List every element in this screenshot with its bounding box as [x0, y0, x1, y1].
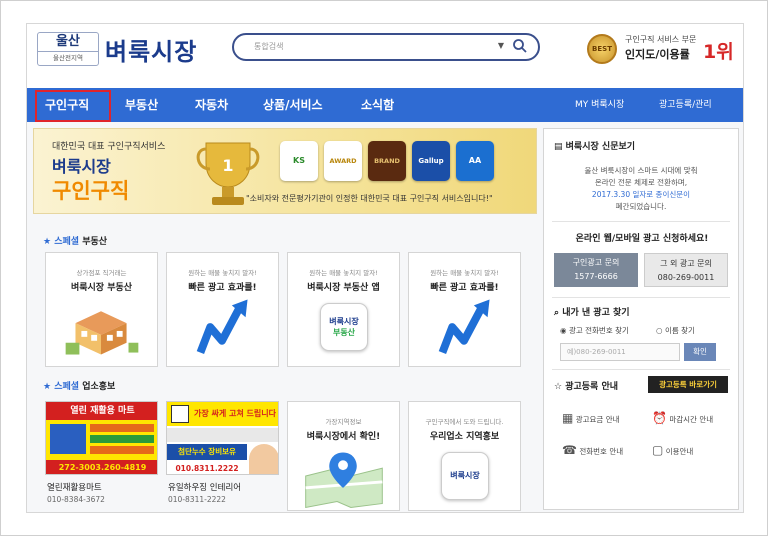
cert-gallup-icon: Gallup — [412, 141, 450, 181]
business-card-2[interactable]: 구인구직에서 도와 드립니다. 우리업소 지역홍보 벼룩시장 — [408, 401, 521, 511]
notice-title[interactable]: ▤ 벼룩시장 신문보기 — [554, 139, 635, 152]
ad-image-recycle: 열린 재활용 마트 272-3003.260-4819 — [45, 401, 158, 475]
notice-line-4: 폐간되었습니다. — [615, 202, 667, 211]
banner-subtitle: 대한민국 대표 구인구직서비스 — [52, 142, 166, 152]
header: 울산 울산전지역 벼룩시장 통합검색 ▼ BEST 구인구직 서비스 부문 인지… — [27, 24, 743, 88]
ad-image-housing: 가장 싸게 고쳐 드립니다 첨단누수 장비보유 010.8311.2222 — [166, 401, 279, 475]
clock-icon: ⏰ — [652, 411, 667, 425]
nav-ad-manage[interactable]: 광고등록/관리 — [659, 88, 712, 122]
other-ad-inquiry-button[interactable]: 그 외 광고 문의 080-269-0011 — [644, 253, 728, 287]
region-sub: 울산전지역 — [38, 51, 98, 64]
link-phone-info[interactable]: ☎ 전화번호 안내 — [562, 443, 623, 457]
job-ad-inquiry-button[interactable]: 구인광고 문의 1577-6666 — [554, 253, 638, 287]
growth-arrow-icon — [438, 299, 490, 354]
site-logo-title[interactable]: 벼룩시장 — [105, 32, 197, 67]
banner-slogan: "소비자와 전문평가기관이 인정한 대한민국 대표 구인구직 서비스입니다!" — [246, 194, 493, 203]
growth-arrow-icon — [196, 299, 248, 354]
ad-name: 열린재활용마트 — [47, 483, 102, 493]
selected-tab-highlight — [35, 90, 111, 122]
main-nav: 구인구직 부동산 자동차 상품/서비스 소식함 MY 벼룩시장 광고등록/관리 — [27, 88, 743, 122]
app-icon: 벼룩시장 — [409, 446, 520, 508]
business-ad-1[interactable]: 열린 재활용 마트 272-3003.260-4819 열린재활용마트 010-… — [45, 401, 158, 511]
phone-icon: ☎ — [562, 443, 577, 457]
grid-icon: ▦ — [562, 411, 574, 425]
sidebar: ▤ 벼룩시장 신문보기 울산 벼룩시장이 스마트 시대에 맞춰 온라인 전문 체… — [543, 128, 739, 510]
cert-brand-icon: BRAND — [368, 141, 406, 181]
realestate-card-3[interactable]: 원하는 매물 놓치지 말자! 벼룩시장 부동산 앱 벼룩시장 부동산 — [287, 252, 400, 367]
banner-brand: 벼룩시장 — [52, 157, 111, 176]
section-title-realestate: ★ 스페셜 부동산 — [43, 237, 108, 247]
nav-goods-services[interactable]: 상품/서비스 — [263, 88, 323, 122]
apply-title: 온라인 웹/모바일 광고 신청하세요! — [575, 234, 709, 244]
award-badge: BEST 구인구직 서비스 부문 인지도/이용률 1위 — [587, 34, 737, 64]
screenshot-frame: 울산 울산전지역 벼룩시장 통합검색 ▼ BEST 구인구직 서비스 부문 인지… — [0, 0, 768, 536]
business-ad-2[interactable]: 가장 싸게 고쳐 드립니다 첨단누수 장비보유 010.8311.2222 유일… — [166, 401, 279, 511]
app-icon: 벼룩시장 부동산 — [288, 297, 399, 359]
medal-icon: BEST — [587, 34, 617, 64]
realestate-card-2[interactable]: 원하는 매물 놓치지 말자! 빠른 광고 효과를! — [166, 252, 279, 367]
building-icon — [65, 311, 139, 355]
radio-selected-icon: ◉ — [560, 326, 567, 335]
cert-ks-icon: KS — [280, 141, 318, 181]
radio-empty-icon: ○ — [656, 326, 663, 335]
notice-line-1: 울산 벼룩시장이 스마트 시대에 맞춰 — [584, 166, 698, 175]
realestate-card-1[interactable]: 상가점포 직거래는 벼룩시장 부동산 — [45, 252, 158, 367]
cert-award-icon: AWARD — [324, 141, 362, 181]
nav-my-flea[interactable]: MY 벼룩시장 — [575, 88, 624, 122]
web-page: 울산 울산전지역 벼룩시장 통합검색 ▼ BEST 구인구직 서비스 부문 인지… — [26, 23, 744, 513]
nav-cars[interactable]: 자동차 — [195, 88, 228, 122]
register-title: ☆ 광고등록 안내 — [554, 382, 619, 392]
link-deadline[interactable]: ⏰ 마감시간 안내 — [652, 411, 713, 425]
search-box[interactable]: 통합검색 ▼ — [232, 33, 540, 61]
region-logo[interactable]: 울산 울산전지역 — [37, 32, 99, 66]
notice-line-2: 온라인 전문 체제로 전환하며, — [594, 178, 688, 187]
search-icon: ⌕ — [554, 308, 560, 318]
link-usage-guide[interactable]: ▢ 이용안내 — [652, 443, 693, 457]
ad-name: 유일하우징 인테리어 — [168, 483, 242, 493]
section-title-business: ★ 스페셜 업소홍보 — [43, 382, 116, 392]
search-placeholder: 통합검색 — [254, 42, 284, 51]
award-caption: 구인구직 서비스 부문 — [625, 35, 697, 44]
star-outline-icon: ☆ — [554, 382, 563, 392]
search-icon[interactable] — [512, 38, 528, 54]
radio-phone[interactable]: ◉ 광고 전화번호 찾기 — [560, 325, 629, 336]
award-main: 인지도/이용률 — [625, 48, 690, 61]
nav-news[interactable]: 소식함 — [361, 88, 394, 122]
link-ad-pricing[interactable]: ▦ 광고요금 안내 — [562, 411, 620, 425]
cert-aa-icon: AA — [456, 141, 494, 181]
newspaper-icon: ▤ — [554, 142, 563, 152]
banner-service: 구인구직 — [52, 179, 130, 203]
award-rank: 1위 — [703, 41, 734, 63]
find-ad-confirm-button[interactable]: 확인 — [684, 343, 716, 361]
notice-line-3: 2017.3.30 일자로 종이신문이 — [591, 190, 691, 199]
ad-phone: 010-8384-3672 — [47, 495, 105, 504]
realestate-card-4[interactable]: 원하는 매물 놓치지 말자! 빠른 광고 효과를! — [408, 252, 521, 367]
promo-banner[interactable]: 대한민국 대표 구인구직서비스 벼룩시장 구인구직 1 KS AWARD BRA… — [33, 128, 537, 214]
region-name: 울산 — [56, 34, 80, 49]
nav-realestate[interactable]: 부동산 — [125, 88, 158, 122]
find-ad-input[interactable]: 예)080-269-0011 — [560, 343, 680, 361]
svg-text:1: 1 — [222, 156, 233, 175]
register-shortcut-button[interactable]: 광고등록 바로가기 — [648, 376, 728, 393]
ad-phone: 010-8311-2222 — [168, 495, 226, 504]
chevron-down-icon[interactable]: ▼ — [498, 41, 504, 50]
map-pin-icon — [305, 452, 383, 508]
star-icon: ★ — [43, 237, 52, 247]
star-icon: ★ — [43, 382, 52, 392]
business-card-1[interactable]: 가장지역정보 벼룩시장에서 확인! — [287, 401, 400, 511]
radio-name[interactable]: ○ 이름 찾기 — [656, 325, 695, 336]
find-ad-title: ⌕ 내가 낸 광고 찾기 — [554, 308, 630, 318]
info-icon: ▢ — [652, 443, 664, 457]
